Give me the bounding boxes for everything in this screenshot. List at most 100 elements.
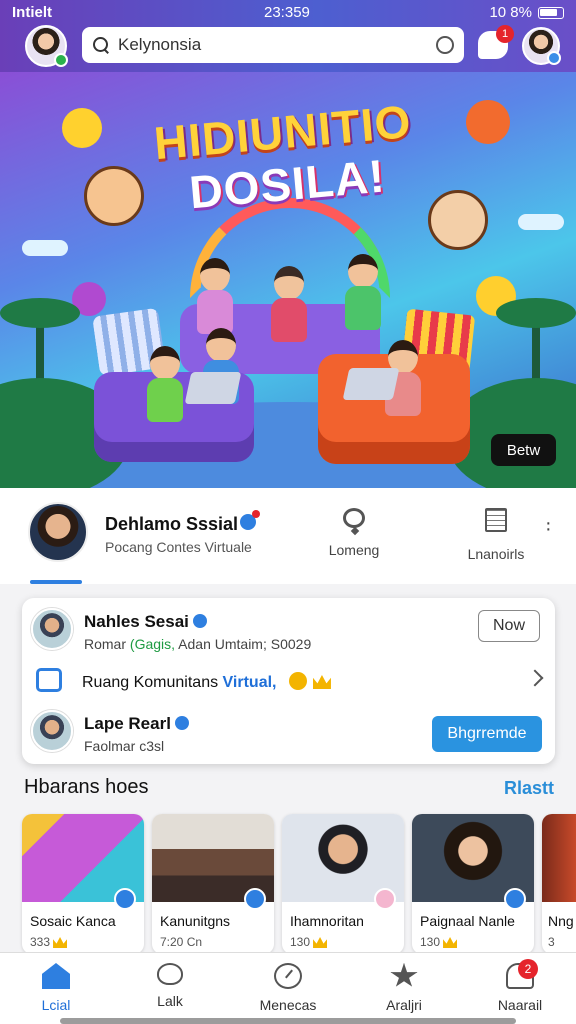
card-meta: Romar (Gagis, Adan Umtaim; S0029 [84,636,311,652]
tile-label: Sosaic Kanca [30,913,116,929]
person-icon: 2 [506,959,538,989]
nav-item-lalk[interactable]: Lalk [122,963,218,1009]
tile-label: Ihamnoritan [290,913,364,929]
nav-item-menecas[interactable]: Menecas [240,963,336,1013]
tab-lomeng[interactable]: Lomeng [322,508,386,558]
laptop-icon [184,372,242,404]
tab-label: Lomeng [328,542,380,558]
card-title-text: Lape Rearl [84,714,171,733]
clock: 23:359 [264,4,310,21]
cloud-icon [518,214,564,230]
chat-badge: 1 [496,25,514,43]
chevron-right-icon[interactable] [526,669,544,687]
crown-icon [313,937,328,948]
nav-item-lcial[interactable]: Lcial [8,963,104,1013]
contact-avatar[interactable] [522,27,561,65]
online-dot-icon [54,53,68,67]
tile-label: Nng [548,913,574,929]
tile-stat-value: 130 [420,935,441,949]
tile-card[interactable]: Paignaal Nanle 130 [412,814,534,954]
tile-label: Kanunitgns [160,913,231,929]
tile-stat: 3 [548,935,555,949]
section-title: Hbarans hoes [24,776,149,798]
voice-search-icon[interactable] [436,36,454,54]
tile-badge-icon [244,888,266,910]
tile-badge-icon [504,888,526,910]
primary-action-button[interactable]: Bhgrremde [432,716,542,752]
carrier-label: Intielt [12,4,52,21]
user-avatar[interactable] [25,25,68,67]
star-icon [390,963,418,987]
status-bar: Intielt 23:359 10 8% [0,4,576,24]
crown-icon [443,937,458,948]
notification-badge: 2 [518,959,538,979]
hero-button[interactable]: Betw [491,434,556,466]
battery-icon [538,6,564,19]
nav-item-naarail[interactable]: 2 Naarail [472,959,568,1013]
card-title[interactable]: Nahles Sesai [84,612,207,632]
profile-strip: Dehlamo Sssial Pocang Contes Virtuale Lo… [0,488,576,584]
community-highlight: Virtual, [222,674,277,691]
nav-label: Lcial [41,997,71,1013]
laptop-icon [342,368,400,400]
tile-badge-icon [114,888,136,910]
section-link[interactable]: Rlastt [504,778,554,799]
nav-label: Naarail [497,997,543,1013]
more-options-icon[interactable]: · · [545,513,552,539]
nav-label: Araljri [386,997,422,1013]
tile-image [542,814,576,902]
card-title[interactable]: Lape Rearl [84,714,189,734]
tile-card[interactable]: Ihamnoritan 130 [282,814,404,954]
meta-rest: Adan Umtaim; S0029 [178,636,312,652]
tab-label: Lnanoirls [467,546,525,562]
tile-card[interactable]: Kanunitgns 7:20 Cn [152,814,274,954]
tile-badge-icon [374,888,396,910]
crown-icon [53,937,68,948]
cartoon-boy-astronaut [428,190,488,250]
search-bar[interactable] [82,27,464,63]
meta-highlight: (Gagis, [129,636,176,652]
heart-icon [157,963,183,985]
tile-stat: 130 [290,935,328,949]
document-icon [485,508,507,532]
verified-icon [240,510,260,530]
meta-prefix: Romar [84,636,127,652]
tile-stat: 130 [420,935,458,949]
battery-percent: 10 8% [489,4,532,21]
card-meta: Faolmar c3sl [84,738,165,754]
group-avatar[interactable] [31,608,73,650]
nav-item-araljri[interactable]: Araljri [356,963,452,1013]
tile-stat: 7:20 Cn [160,935,203,949]
home-indicator [60,1018,516,1024]
search-input[interactable] [118,35,436,55]
community-card: Nahles Sesai Romar (Gagis, Adan Umtaim; … [22,598,555,764]
home-icon [42,963,70,989]
verified-icon [192,614,207,628]
active-tab-indicator [30,580,82,584]
nav-label: Menecas [259,997,317,1013]
tab-lnanoirls[interactable]: Lnanoirls [458,508,534,562]
chat-button[interactable]: 1 [478,25,514,59]
smile-emoji-icon [62,108,102,148]
profile-name[interactable]: Dehlamo Sssial [105,514,238,535]
person [147,346,183,422]
now-button[interactable]: Now [478,610,540,642]
community-text: Ruang Komunitans [82,674,219,691]
group-avatar[interactable] [31,710,73,752]
tile-card[interactable]: Sosaic Kanca 333 [22,814,144,954]
card-title-text: Nahles Sesai [84,612,189,631]
person [197,258,233,334]
hero-banner[interactable]: HIDIUNITIO DOSILA! Betw [0,72,576,488]
profile-subtitle: Pocang Contes Virtuale [105,539,252,555]
tile-stat-value: 333 [30,935,51,949]
verified-icon [174,716,189,730]
profile-avatar[interactable] [28,502,88,562]
tile-stat-value: 130 [290,935,311,949]
community-link[interactable]: Ruang Komunitans Virtual, [82,672,331,692]
cartoon-boy [84,166,144,226]
search-icon [92,36,110,54]
person [345,254,381,330]
nav-label: Lalk [157,993,183,1009]
tile-card[interactable]: Nng 3 [542,814,576,954]
cloud-icon [22,240,68,256]
